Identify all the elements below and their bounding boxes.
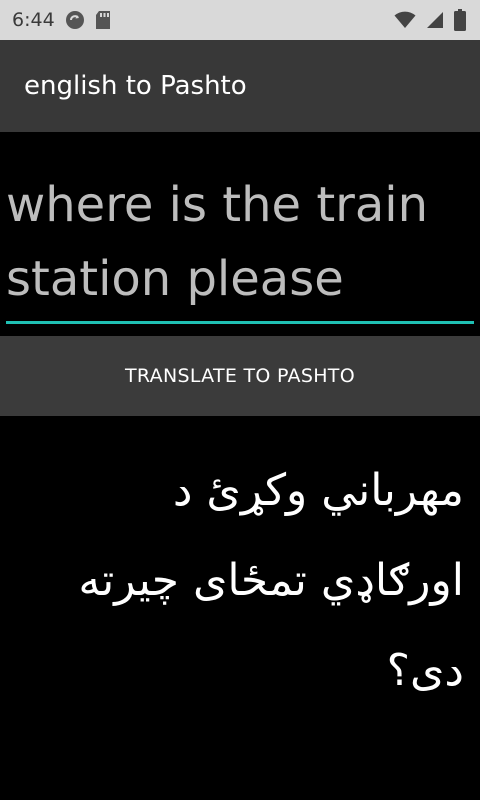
status-right <box>394 9 466 31</box>
wifi-icon <box>394 11 416 29</box>
sync-icon <box>65 10 85 30</box>
signal-icon <box>426 11 444 29</box>
app-bar: english to Pashto <box>0 40 480 132</box>
english-input-field[interactable]: where is the train station please <box>6 168 474 328</box>
status-time: 6:44 <box>12 9 55 31</box>
status-bar: 6:44 <box>0 0 480 40</box>
translate-button[interactable]: TRANSLATE TO PASHTO <box>0 336 480 416</box>
status-left: 6:44 <box>12 9 111 31</box>
battery-icon <box>454 9 466 31</box>
sd-card-icon <box>95 10 111 30</box>
pashto-translation-output: مهرباني وکړئ د اورګاډي تمځای چیرته دی؟ <box>78 465 464 696</box>
app-title: english to Pashto <box>24 71 247 101</box>
input-underline <box>6 321 474 324</box>
